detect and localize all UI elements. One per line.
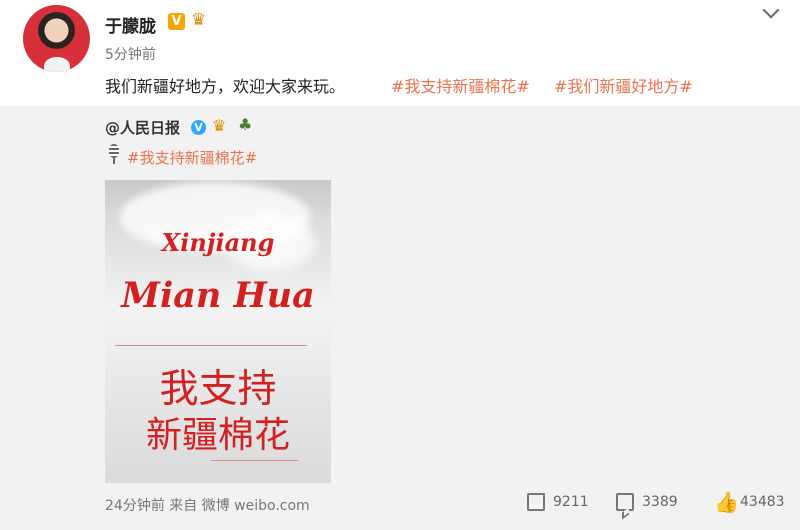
poster-xinjiang-text: Xinjiang <box>161 228 275 257</box>
repost-author[interactable]: @人民日报 <box>105 117 180 138</box>
crown-icon: ♛ <box>191 10 207 30</box>
chevron-down-icon[interactable] <box>762 1 780 19</box>
cotton-support-poster[interactable]: Xinjiang Mian Hua 我支持 新疆棉花 <box>105 180 331 483</box>
poster-divider <box>115 345 307 346</box>
weibo-post-header: 于朦胧 V ♛ 5分钟前 我们新疆好地方，欢迎大家来玩。 #我支持新疆棉花# #… <box>0 0 800 106</box>
like-action[interactable]: 👍 43483 <box>714 490 794 514</box>
poster-divider <box>211 460 298 461</box>
like-count: 43483 <box>740 494 785 510</box>
microphone-icon <box>107 144 121 165</box>
post-timestamp[interactable]: 5分钟前 <box>105 44 156 64</box>
blue-verified-icon: V <box>191 120 206 135</box>
share-count: 9211 <box>553 494 589 510</box>
author-name[interactable]: 于朦胧 <box>105 12 156 37</box>
tree-icon: ♣ <box>238 115 253 134</box>
post-text-main: 我们新疆好地方，欢迎大家来玩。 <box>105 77 346 96</box>
repost-source[interactable]: 24分钟前 来自 微博 weibo.com <box>105 495 310 515</box>
verified-badge-icon: V <box>168 13 185 30</box>
poster-cotton-text: 新疆棉花 <box>145 415 290 456</box>
post-body: 我们新疆好地方，欢迎大家来玩。 #我支持新疆棉花# #我们新疆好地方# <box>105 73 693 97</box>
crown-icon: ♛ <box>212 116 227 135</box>
author-avatar[interactable] <box>23 5 90 72</box>
topic-link-support-cotton[interactable]: #我支持新疆棉花# <box>391 73 530 97</box>
reposted-weibo: @人民日报 V ♛ ♣ #我支持新疆棉花# Xinjiang Mian Hua … <box>0 106 800 530</box>
comment-action[interactable]: 3389 <box>616 493 686 513</box>
topic-link-xinjiang[interactable]: #我们新疆好地方# <box>554 73 693 97</box>
thumbs-up-icon: 👍 <box>714 490 739 514</box>
comment-icon <box>616 493 634 511</box>
poster-mianhua-text: Mian Hua <box>121 275 315 316</box>
share-action[interactable]: 9211 <box>527 493 597 513</box>
share-icon <box>527 493 545 511</box>
comment-count: 3389 <box>642 494 678 510</box>
repost-topic-link[interactable]: #我支持新疆棉花# <box>127 147 257 168</box>
